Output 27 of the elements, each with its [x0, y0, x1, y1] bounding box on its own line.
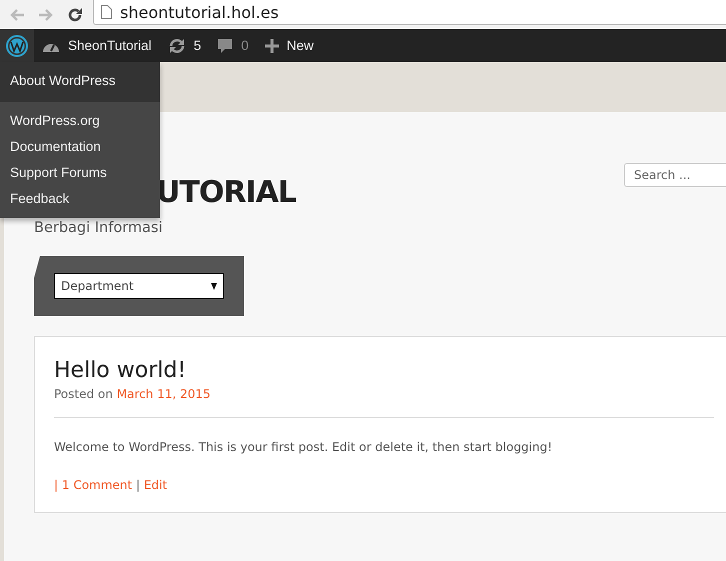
page-icon	[101, 5, 112, 19]
reload-icon[interactable]	[67, 6, 83, 22]
post-body: Welcome to WordPress. This is your first post. Edit or delete it, then start blogging!	[54, 440, 554, 454]
separator-text: |	[54, 478, 58, 492]
refresh-icon	[168, 38, 186, 54]
category-dropdown[interactable]: Department	[54, 273, 224, 299]
wordpress-logo-button[interactable]	[0, 29, 34, 62]
plus-icon	[264, 38, 279, 52]
comment-icon	[217, 38, 234, 54]
site-name-link[interactable]: SheonTutorial	[34, 29, 160, 62]
search-field[interactable]: Search ...	[624, 163, 726, 187]
new-button[interactable]: New	[256, 29, 322, 62]
menu-item[interactable]: Documentation	[0, 134, 160, 160]
menu-item[interactable]: WordPress.org	[0, 108, 160, 134]
menu-item[interactable]: About WordPress	[0, 68, 160, 94]
address-bar[interactable]: sheontutorial.hol.es	[93, 0, 726, 25]
menu-item[interactable]: Support Forums	[0, 160, 160, 186]
separator-text: |	[136, 478, 140, 492]
comments-button[interactable]: 0	[209, 29, 257, 62]
url-text: sheontutorial.hol.es	[120, 2, 279, 22]
menu-item[interactable]: Feedback	[0, 186, 160, 212]
site-tagline: Berbagi Informasi	[34, 220, 164, 236]
wordpress-logo-icon	[6, 34, 28, 56]
posted-on-label: Posted on	[54, 387, 113, 401]
caret-icon	[211, 282, 217, 290]
post-title[interactable]: Hello world!	[54, 357, 714, 385]
updates-button[interactable]: 5	[160, 29, 210, 62]
